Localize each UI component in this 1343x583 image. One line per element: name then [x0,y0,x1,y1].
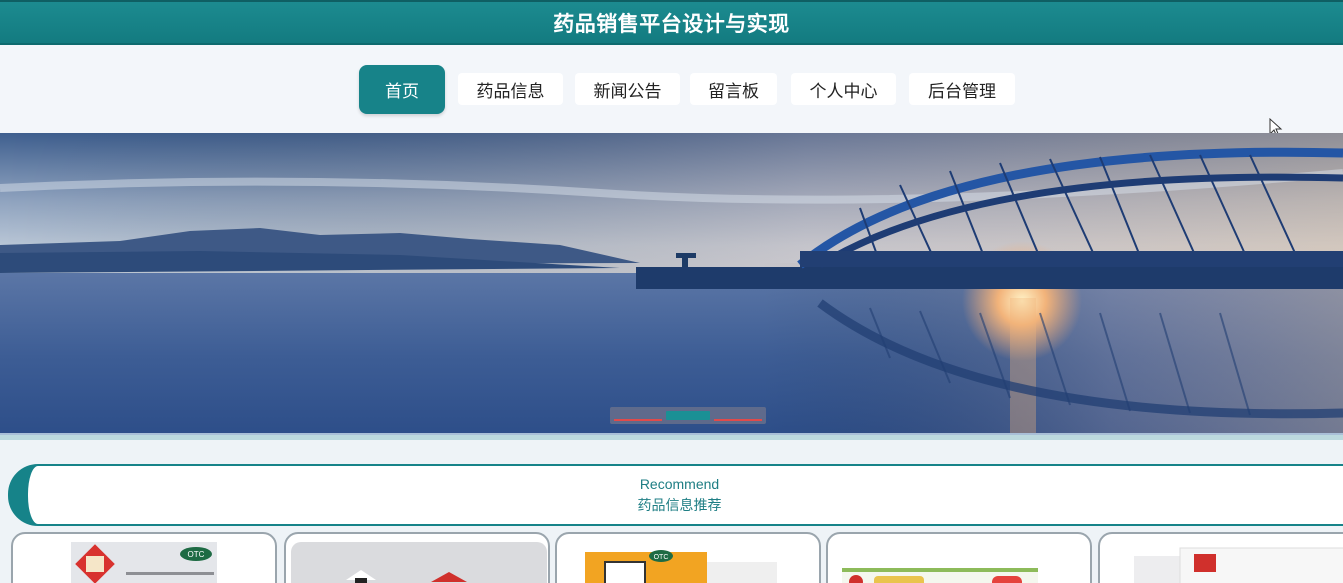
medicine-box-image [842,568,1038,583]
banner-carousel[interactable] [0,133,1343,440]
nav-item-home[interactable]: 首页 [359,65,445,114]
product-card[interactable]: OTC [11,532,277,583]
page-title: 药品销售平台设计与实现 [553,11,790,36]
recommend-title-cn: 药品信息推荐 [637,497,722,514]
medicine-box-image: OTC [71,542,217,583]
product-card[interactable] [1098,532,1343,583]
nav-item-personal-center[interactable]: 个人中心 [791,73,896,105]
svg-text:OTC: OTC [188,550,205,559]
product-card[interactable] [826,532,1092,583]
recommend-section-header: Recommend 药品信息推荐 [8,464,1343,526]
medicine-box-image: OTC [585,550,777,583]
nav-item-admin[interactable]: 后台管理 [909,73,1015,105]
carousel-dot-2[interactable] [666,411,710,420]
medicine-box-image [1134,547,1343,583]
banner-image [0,133,1343,435]
carousel-dot-3[interactable] [714,419,762,421]
product-card[interactable]: OTC [555,532,821,583]
nav-item-news[interactable]: 新闻公告 [575,73,680,105]
svg-text:OTC: OTC [654,554,669,561]
main-nav: 首页 药品信息 新闻公告 留言板 个人中心 后台管理 [0,45,1343,138]
recommend-title-en: Recommend [639,475,720,492]
product-card[interactable] [284,532,550,583]
carousel-dot-1[interactable] [614,419,662,421]
nav-item-medicine-info[interactable]: 药品信息 [458,73,563,105]
nav-item-message-board[interactable]: 留言板 [690,73,777,105]
title-bar: 药品销售平台设计与实现 [0,0,1343,45]
carousel-indicator[interactable] [610,407,766,424]
medicine-box-image [291,542,547,583]
